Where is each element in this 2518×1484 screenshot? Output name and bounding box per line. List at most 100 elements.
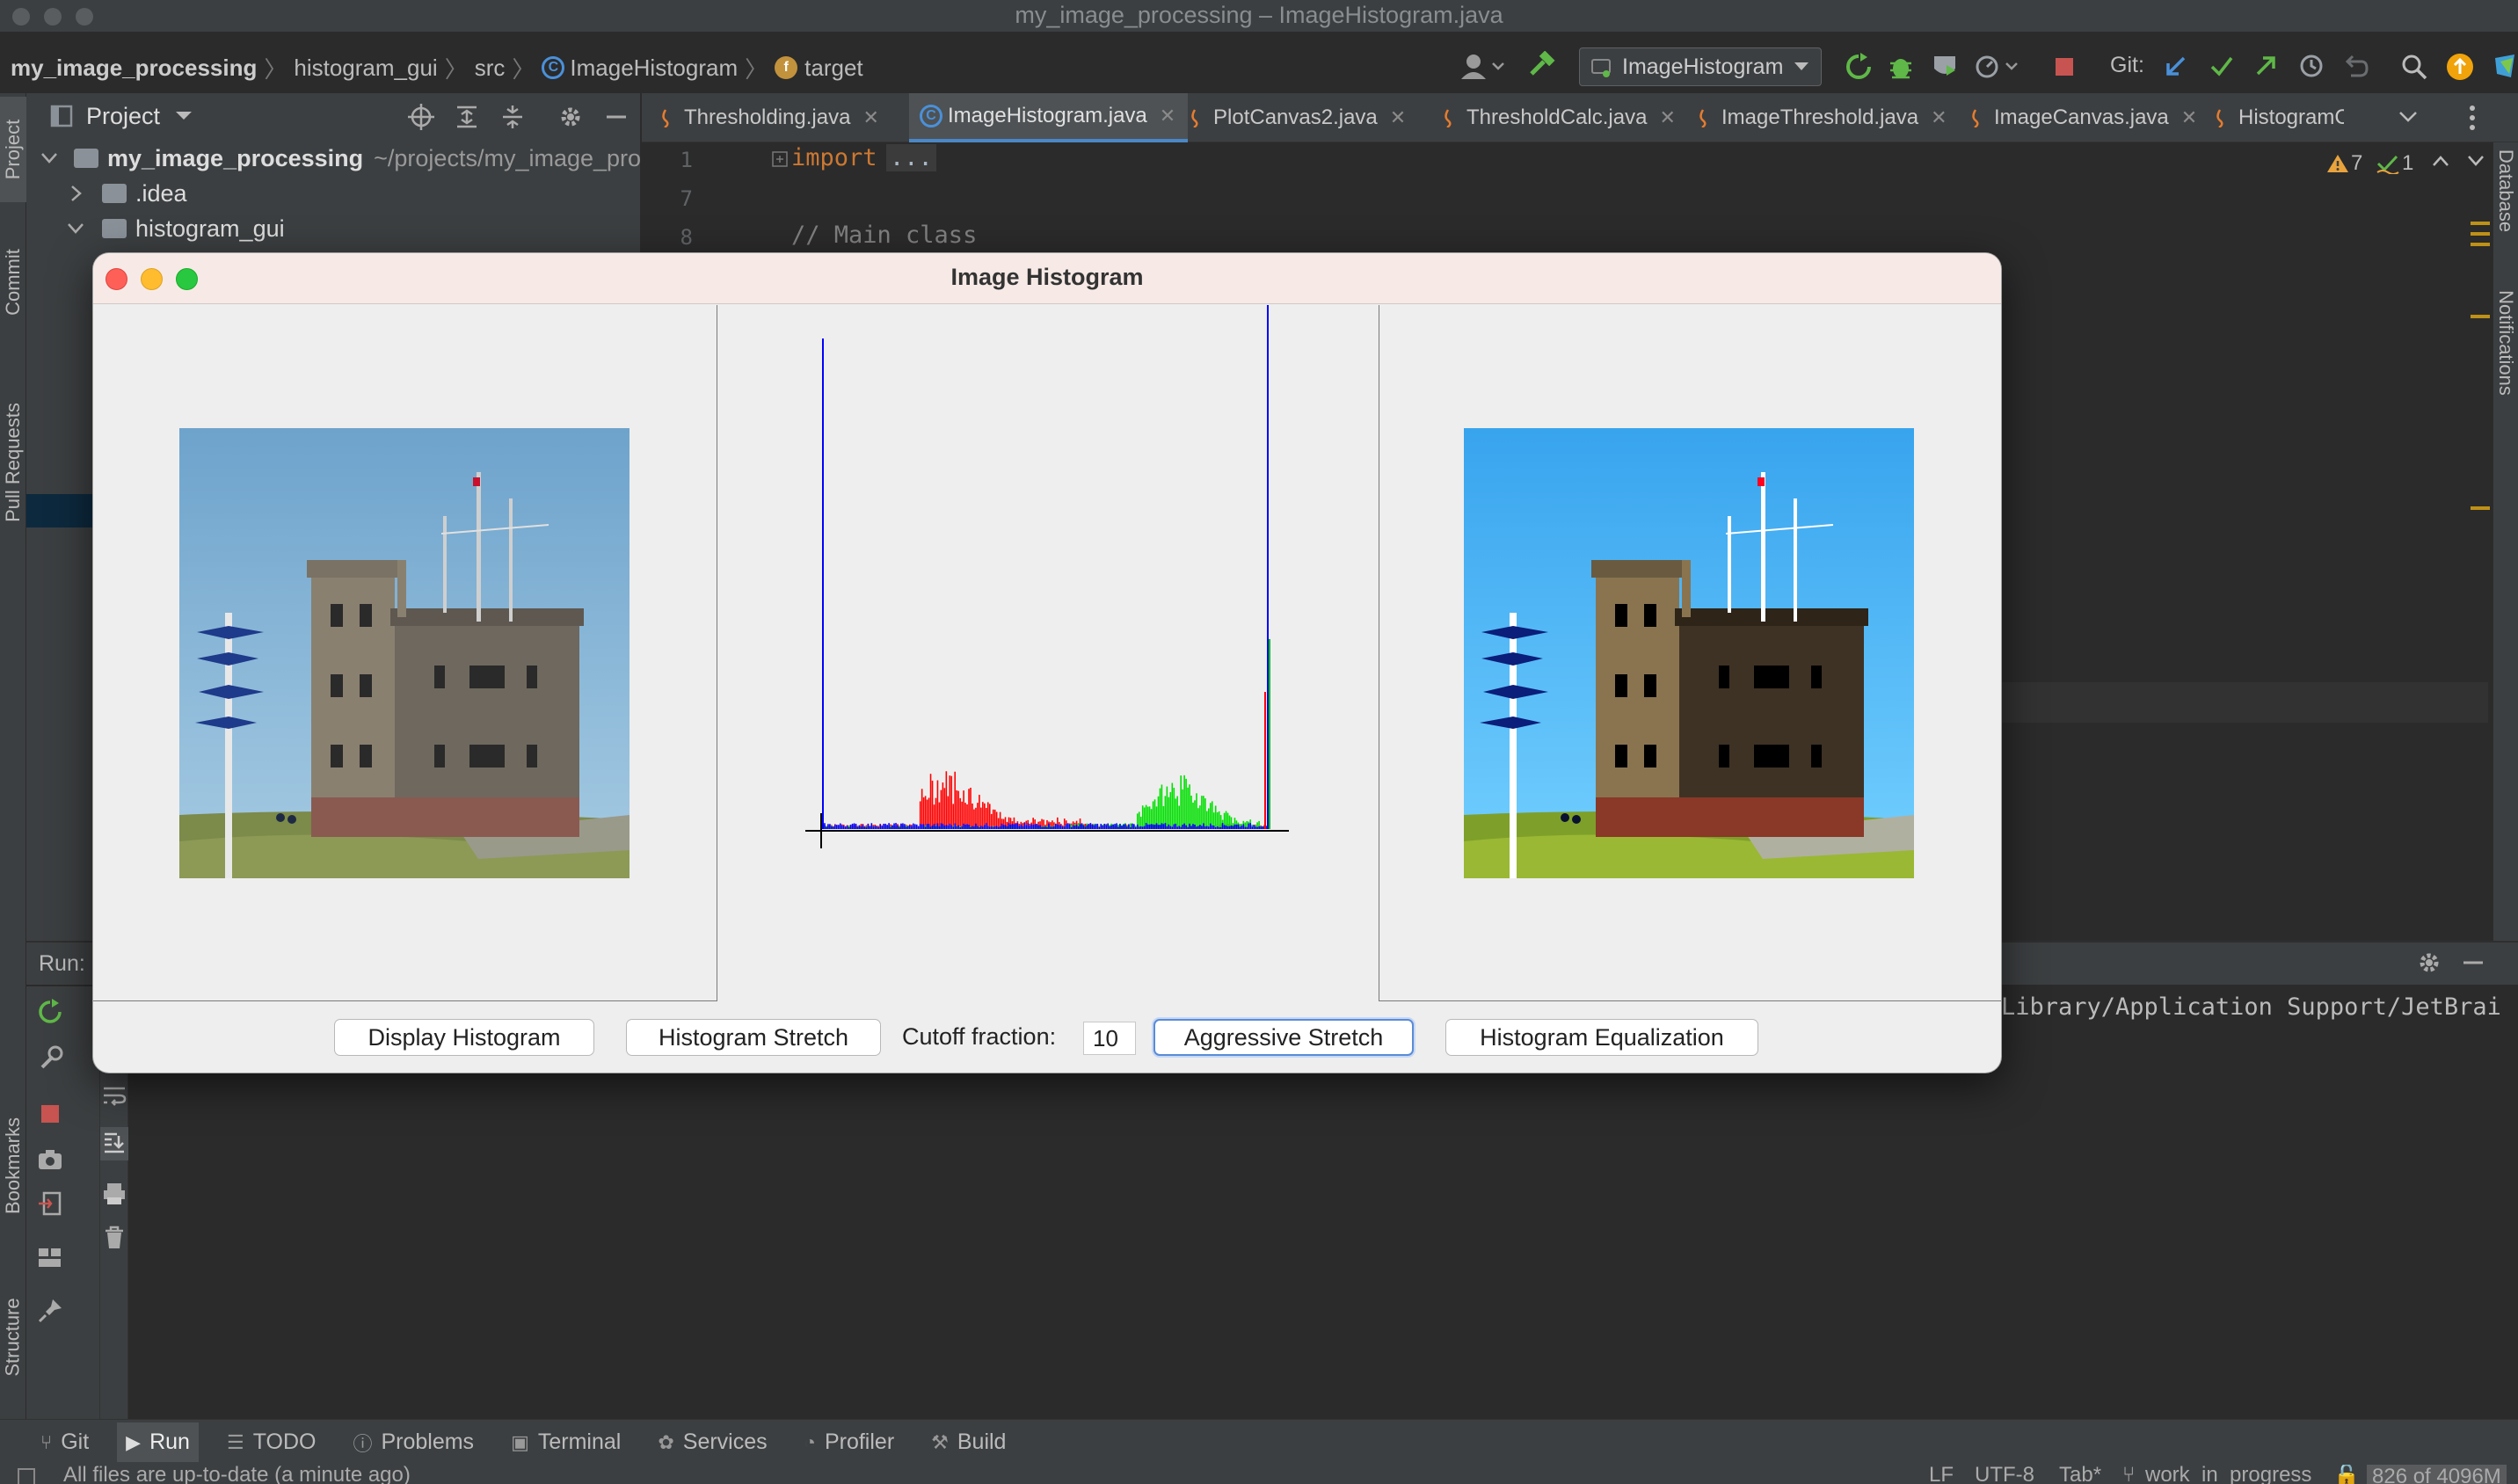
lock-icon[interactable]: 🔓 <box>2333 1465 2360 1484</box>
line-separator[interactable]: LF <box>1929 1465 1954 1484</box>
scroll-marker[interactable] <box>2471 232 2490 236</box>
tab-imagecanvas[interactable]: ImageCanvas.java ✕ <box>1968 93 2197 142</box>
tab-plotcanvas2[interactable]: PlotCanvas2.java ✕ <box>1187 93 1406 142</box>
gear-icon[interactable] <box>557 104 584 130</box>
scroll-marker[interactable] <box>2471 506 2490 510</box>
chevron-down-icon[interactable] <box>2398 111 2418 123</box>
close-tab-icon[interactable]: ✕ <box>1931 106 1947 129</box>
tool-tab-profiler[interactable]: ◔ Profiler <box>804 1429 894 1455</box>
tree-item-idea[interactable]: .idea <box>26 176 187 211</box>
display-histogram-button[interactable]: Display Histogram <box>334 1019 594 1056</box>
histogram-equalization-button[interactable]: Histogram Equalization <box>1445 1019 1758 1056</box>
user-icon[interactable] <box>1456 49 1505 84</box>
breadcrumb-class[interactable]: C ImageHistogram <box>542 55 738 82</box>
bookmarks-tool-tab[interactable]: Bookmarks <box>0 1095 26 1236</box>
expand-all-icon[interactable] <box>454 104 480 130</box>
scroll-marker[interactable] <box>2471 222 2490 225</box>
pin-icon[interactable] <box>37 1298 63 1324</box>
wrench-icon[interactable] <box>37 1044 63 1071</box>
tool-tab-build[interactable]: ⚒ Build <box>931 1429 1006 1455</box>
git-commit-icon[interactable] <box>2209 53 2235 79</box>
rerun-icon[interactable] <box>37 999 63 1025</box>
project-panel-title[interactable]: Project <box>86 103 160 130</box>
history-icon[interactable] <box>2298 53 2325 79</box>
chevron-down-icon <box>41 153 57 164</box>
close-tab-icon[interactable]: ✕ <box>2181 106 2197 129</box>
profiler-icon: ◔ <box>804 1430 816 1453</box>
debug-icon[interactable] <box>1887 53 1915 81</box>
gear-icon[interactable] <box>2416 949 2442 976</box>
stop-icon[interactable] <box>40 1104 60 1124</box>
tab-imagehistogram[interactable]: C ImageHistogram.java ✕ <box>909 93 1189 142</box>
breadcrumb-module[interactable]: histogram_gui <box>294 55 437 82</box>
run-configuration-select[interactable]: ImageHistogram <box>1579 47 1822 86</box>
trash-icon[interactable] <box>104 1226 125 1250</box>
breadcrumb-src[interactable]: src <box>475 55 506 82</box>
tab-imagethreshold[interactable]: ImageThreshold.java ✕ <box>1695 93 1947 142</box>
scroll-to-end-button[interactable] <box>100 1127 128 1160</box>
soft-wrap-icon[interactable] <box>102 1083 127 1108</box>
hide-panel-icon[interactable] <box>2460 949 2486 976</box>
exit-icon[interactable] <box>37 1190 63 1217</box>
tool-tab-terminal[interactable]: ▣ Terminal <box>511 1429 621 1455</box>
pull-requests-tool-tab[interactable]: Pull Requests <box>0 375 26 550</box>
cutoff-fraction-input[interactable] <box>1083 1022 1136 1055</box>
project-tool-tab[interactable]: Project <box>0 97 26 202</box>
more-options-icon[interactable] <box>2467 104 2478 132</box>
tab-thresholding[interactable]: Thresholding.java ✕ <box>658 93 879 142</box>
weak-warning-icon[interactable] <box>2376 153 2400 174</box>
status-message[interactable]: All files are up-to-date (a minute ago) <box>63 1465 411 1484</box>
structure-tool-tab[interactable]: Structure <box>0 1271 26 1403</box>
breadcrumb-field[interactable]: f target <box>775 55 863 82</box>
rerun-icon[interactable] <box>1845 53 1873 81</box>
print-icon[interactable] <box>102 1182 127 1206</box>
memory-indicator[interactable]: 826 of 4096M <box>2367 1465 2507 1484</box>
git-branch[interactable]: work_in_progress <box>2145 1465 2311 1484</box>
git-update-icon[interactable] <box>2163 53 2189 79</box>
profile-icon[interactable] <box>1973 53 2022 81</box>
tool-tab-services[interactable]: ✿ Services <box>658 1429 767 1455</box>
close-tab-icon[interactable]: ✕ <box>1390 106 1406 129</box>
indent-setting[interactable]: Tab* <box>2059 1465 2101 1484</box>
tool-tab-run[interactable]: ▶ Run <box>117 1422 199 1462</box>
coverage-icon[interactable] <box>1931 53 1959 81</box>
histogram-stretch-button[interactable]: Histogram Stretch <box>626 1019 881 1056</box>
breadcrumb-project[interactable]: my_image_processing <box>11 55 257 82</box>
file-encoding[interactable]: UTF-8 <box>1975 1465 2034 1484</box>
scroll-marker[interactable] <box>2471 315 2490 318</box>
update-available-icon[interactable] <box>2446 53 2474 81</box>
close-tab-icon[interactable]: ✕ <box>862 106 878 129</box>
scroll-marker[interactable] <box>2471 243 2490 246</box>
tree-item-histogram-gui[interactable]: histogram_gui <box>26 211 285 246</box>
stop-icon[interactable] <box>2054 56 2075 77</box>
jetbrains-ai-icon[interactable] <box>2492 53 2518 81</box>
database-tool-tab[interactable]: Database <box>2493 142 2518 239</box>
git-push-icon[interactable] <box>2252 53 2279 79</box>
layout-icon[interactable] <box>37 1245 63 1271</box>
collapse-all-icon[interactable] <box>499 104 526 130</box>
warning-icon[interactable] <box>2326 153 2349 174</box>
tree-item-root[interactable]: my_image_processing ~/projects/my_image_… <box>26 141 641 176</box>
chevron-down-icon[interactable] <box>174 110 193 122</box>
chevron-up-icon[interactable] <box>2432 155 2449 167</box>
notifications-tool-tab[interactable]: Notifications <box>2493 264 2518 422</box>
tab-histogramcalc[interactable]: HistogramCalc <box>2212 93 2344 142</box>
rollback-icon[interactable] <box>2342 53 2369 79</box>
tab-thresholdcalc[interactable]: ThresholdCalc.java ✕ <box>1440 93 1676 142</box>
build-hammer-icon[interactable] <box>1526 51 1556 81</box>
tool-tab-todo[interactable]: ☰ TODO <box>227 1429 317 1455</box>
search-icon[interactable] <box>2400 53 2428 81</box>
hide-panel-icon[interactable] <box>603 104 630 130</box>
fold-icon[interactable] <box>772 151 788 167</box>
aggressive-stretch-button[interactable]: Aggressive Stretch <box>1153 1019 1414 1056</box>
code-folded-imports[interactable]: ... <box>886 144 936 171</box>
locate-icon[interactable] <box>408 104 434 130</box>
close-tab-icon[interactable]: ✕ <box>1659 106 1675 129</box>
toggle-tool-windows-icon[interactable] <box>18 1468 35 1484</box>
tool-tab-git[interactable]: ⑂ Git <box>40 1429 89 1455</box>
chevron-down-icon[interactable] <box>2467 155 2485 167</box>
close-tab-icon[interactable]: ✕ <box>1160 105 1175 127</box>
tool-tab-problems[interactable]: ⓘ Problems <box>353 1429 474 1457</box>
commit-tool-tab[interactable]: Commit <box>0 225 26 339</box>
camera-icon[interactable] <box>37 1146 63 1173</box>
